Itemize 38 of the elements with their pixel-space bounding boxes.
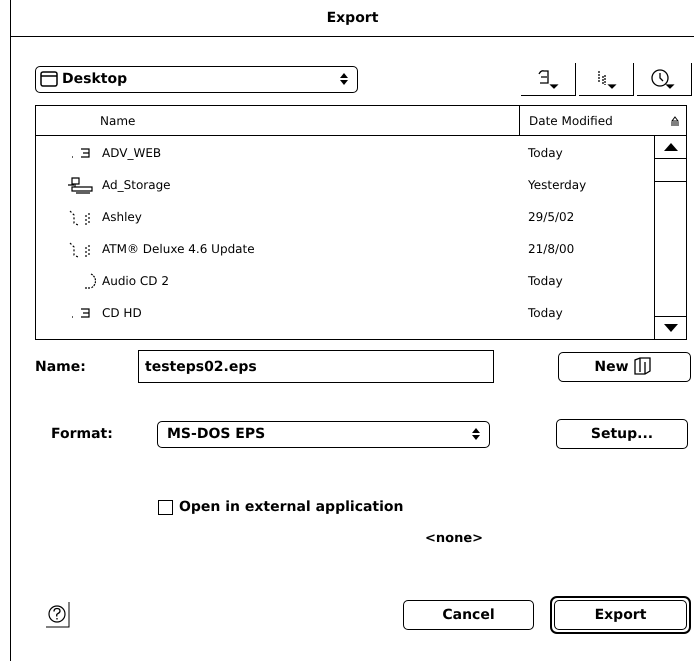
file-name[interactable]: Ashley	[102, 210, 142, 224]
checkbox-label[interactable]: Open in external application	[179, 499, 404, 515]
file-name[interactable]: ADV_WEB	[102, 146, 162, 160]
recent-button[interactable]	[637, 62, 692, 96]
file-date: Today	[528, 306, 563, 320]
application-name: <none>	[425, 531, 484, 546]
up-down-arrows-icon	[471, 427, 481, 441]
format-popup[interactable]: MS-DOS EPS	[157, 420, 490, 448]
scroll-up-icon[interactable]	[664, 143, 678, 151]
help-icon[interactable]	[46, 602, 70, 628]
sort-order-icon	[670, 116, 680, 126]
cancel-button[interactable]: Cancel	[403, 600, 534, 630]
window-icon	[40, 71, 58, 87]
file-name[interactable]: CD HD	[102, 306, 142, 320]
file-date: 21/8/00	[528, 242, 574, 256]
file-name[interactable]: Ad_Storage	[102, 178, 171, 192]
file-date: Yesterday	[528, 178, 586, 192]
name-field[interactable]: testeps02.eps	[138, 350, 494, 383]
setup-button[interactable]: Setup...	[556, 419, 688, 449]
file-name[interactable]: Audio CD 2	[102, 274, 169, 288]
name-label: Name:	[35, 358, 87, 374]
file-date: Today	[528, 146, 563, 160]
export-button[interactable]: Export	[554, 600, 687, 630]
column-header[interactable]: Date Modified	[520, 106, 686, 135]
favorites-button[interactable]	[579, 62, 634, 96]
scrollbar[interactable]	[654, 136, 686, 339]
file-date: 29/5/02	[528, 210, 574, 224]
format-label: Format:	[51, 426, 114, 442]
scroll-down-icon[interactable]	[664, 324, 678, 332]
new-folder-button[interactable]: New	[558, 352, 691, 382]
column-header[interactable]: Name	[36, 106, 520, 135]
file-name[interactable]: ATM® Deluxe 4.6 Update	[102, 242, 255, 256]
up-down-arrows-icon	[339, 72, 349, 86]
location-popup[interactable]: Desktop	[35, 66, 358, 92]
file-date: Today	[528, 274, 563, 288]
shortcuts-button[interactable]	[521, 62, 576, 96]
checkbox[interactable]	[158, 500, 173, 514]
window-title: Export	[11, 0, 694, 37]
